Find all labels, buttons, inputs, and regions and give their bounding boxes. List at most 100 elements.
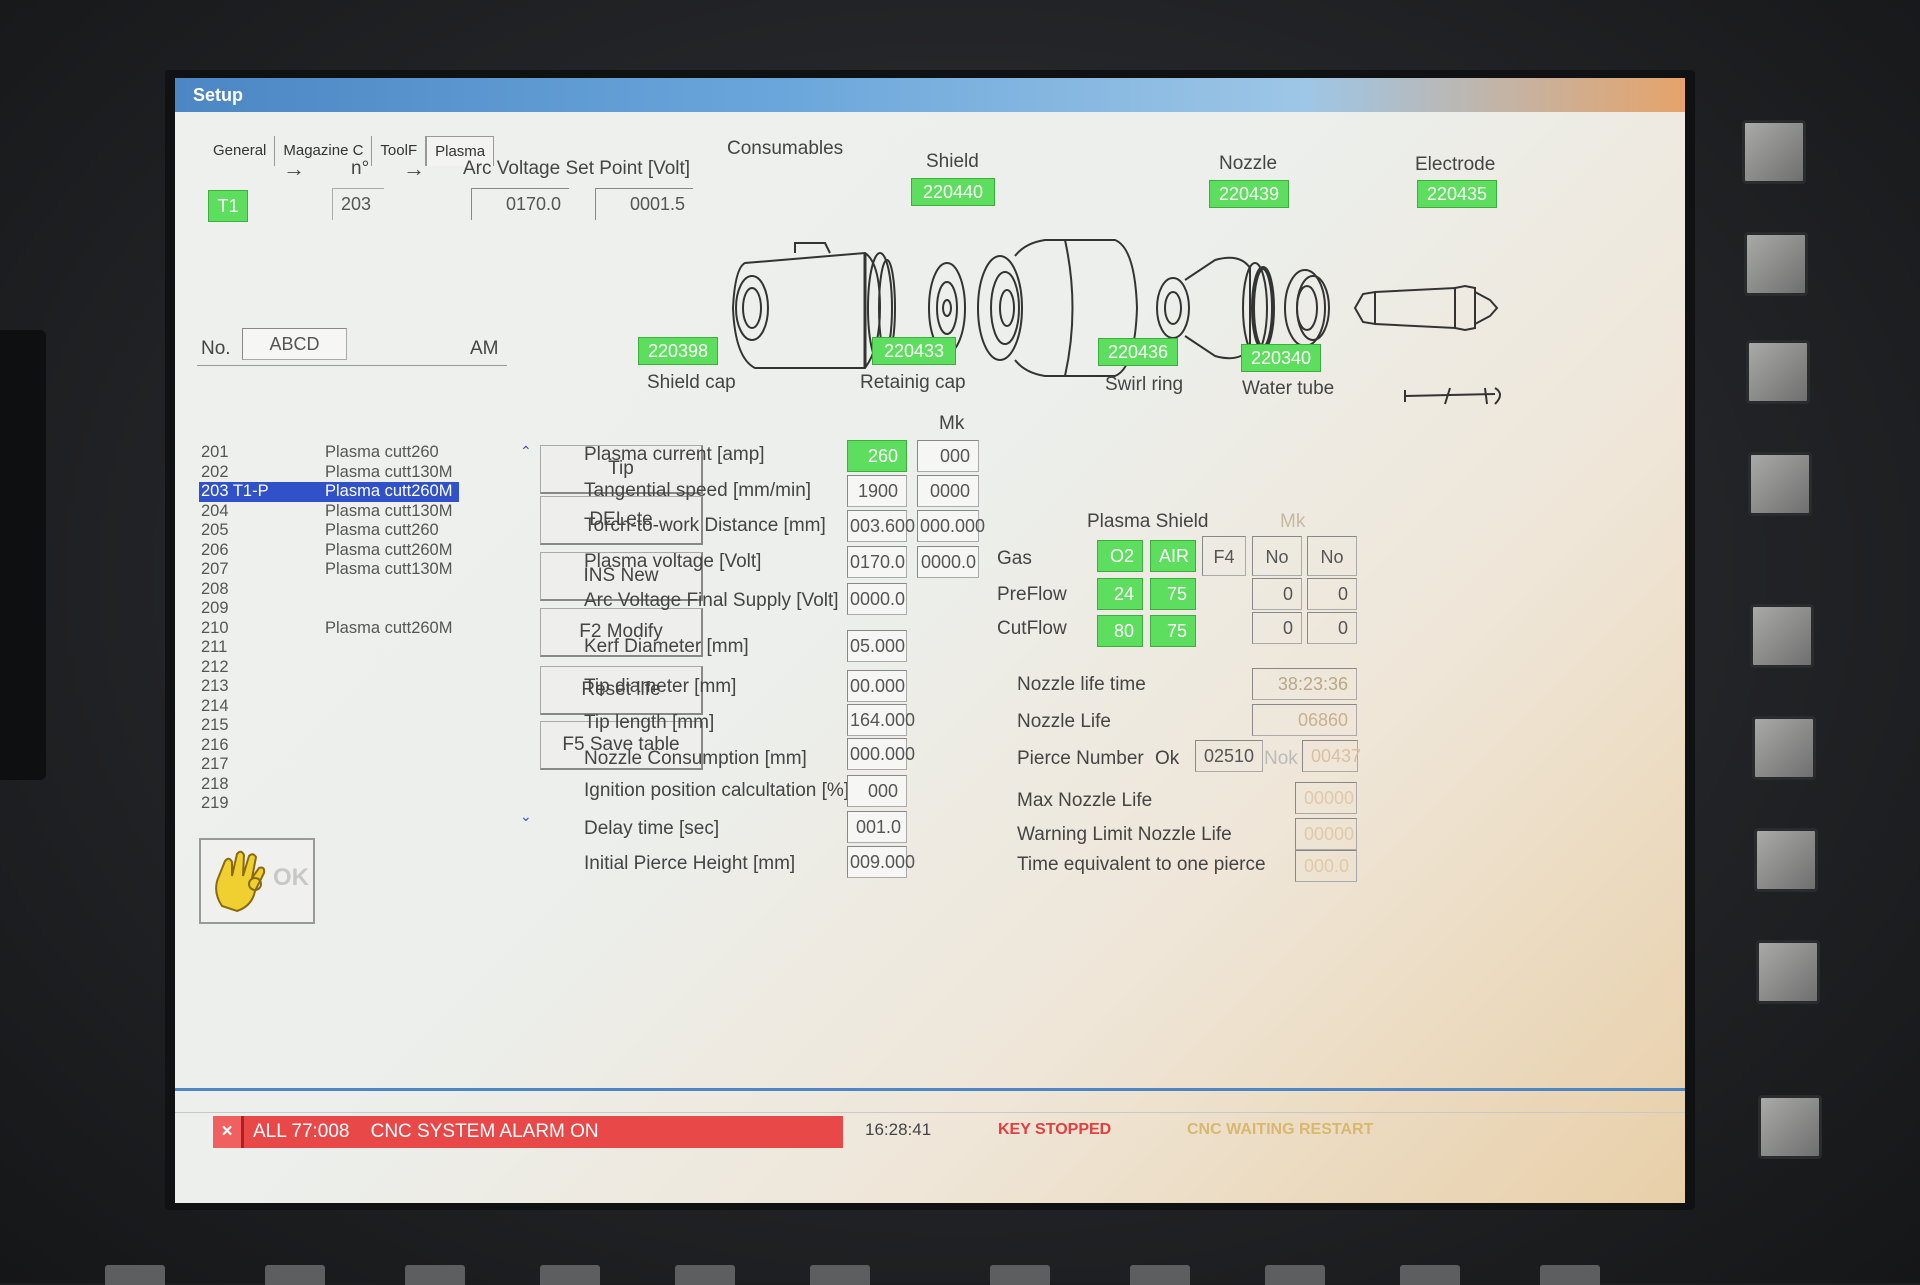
delay-field[interactable]: 001.0 xyxy=(847,811,907,843)
tip-length-field[interactable]: 164.000 xyxy=(847,704,915,736)
bottom-softkey-7[interactable] xyxy=(990,1265,1050,1285)
list-col-abcd[interactable]: ABCD xyxy=(242,328,347,360)
cutflow-shield-field[interactable]: 75 xyxy=(1150,615,1196,647)
tool-number-field[interactable]: 203 xyxy=(332,188,384,220)
arrow-icon: → xyxy=(283,156,305,181)
nozzle-code: 220439 xyxy=(1209,180,1289,208)
list-item[interactable]: 202 Plasma cutt130M xyxy=(199,463,459,483)
side-softkey-8[interactable] xyxy=(1756,940,1820,1004)
side-softkey-4[interactable] xyxy=(1748,452,1812,516)
list-item-number: 219 xyxy=(201,794,229,812)
preflow-mk1-field[interactable]: 0 xyxy=(1252,578,1302,610)
tool-field[interactable]: T1 xyxy=(208,190,248,222)
arc-set-field[interactable]: 0170.0 xyxy=(471,188,569,220)
cutflow-plasma-field[interactable]: 80 xyxy=(1097,615,1143,647)
scroll-up-icon[interactable]: ⌃ xyxy=(520,443,532,460)
list-item[interactable]: 216 xyxy=(199,736,459,756)
arc-final-field[interactable]: 0000.0 xyxy=(847,583,907,615)
tab-general[interactable]: General xyxy=(205,136,276,166)
shield-label: Shield xyxy=(926,151,979,172)
cutflow-mk1-field[interactable]: 0 xyxy=(1252,612,1302,644)
preflow-mk2-field[interactable]: 0 xyxy=(1307,578,1357,610)
bottom-softkey-1[interactable] xyxy=(105,1265,165,1285)
list-item-name: Plasma cutt130M xyxy=(325,560,453,578)
list-item[interactable]: 205 Plasma cutt260 xyxy=(199,521,459,541)
tool-list[interactable]: 201 Plasma cutt260 202 Plasma cutt130M 203 T… xyxy=(199,443,459,823)
preflow-plasma-field[interactable]: 24 xyxy=(1097,578,1143,610)
list-item[interactable]: 201 Plasma cutt260 xyxy=(199,443,459,463)
list-item[interactable]: 203 T1-P Plasma cutt260M xyxy=(199,482,459,502)
kerf-label: Kerf Diameter [mm] xyxy=(584,636,749,657)
pierce-equivalent-field: 000.0 xyxy=(1295,850,1357,882)
arc-tolerance-field[interactable]: 0001.5 xyxy=(595,188,693,220)
alarm-close-icon[interactable]: × xyxy=(213,1116,244,1148)
scroll-down-icon[interactable]: ⌄ xyxy=(520,808,532,825)
bottom-softkey-10[interactable] xyxy=(1400,1265,1460,1285)
kerf-field[interactable]: 05.000 xyxy=(847,630,907,662)
gas-mk1-field[interactable]: No xyxy=(1252,536,1302,576)
list-item[interactable]: 214 xyxy=(199,697,459,717)
preflow-shield-field[interactable]: 75 xyxy=(1150,578,1196,610)
bottom-softkey-5[interactable] xyxy=(675,1265,735,1285)
list-item[interactable]: 204 Plasma cutt130M xyxy=(199,502,459,522)
list-item[interactable]: 210 Plasma cutt260M xyxy=(199,619,459,639)
plasma-voltage-mk-field[interactable]: 0000.0 xyxy=(917,546,979,578)
tab-bar: General Magazine C ToolF Plasma xyxy=(205,136,495,166)
nozzle-consumption-field[interactable]: 000.000 xyxy=(847,738,915,770)
delay-label: Delay time [sec] xyxy=(584,818,720,839)
list-item[interactable]: 211 xyxy=(199,638,459,658)
pierce-height-field[interactable]: 009.000 xyxy=(847,846,915,878)
gas-mk-label: Mk xyxy=(1280,511,1306,532)
list-item[interactable]: 217 xyxy=(199,755,459,775)
torch-distance-mk-field[interactable]: 000.000 xyxy=(917,510,985,542)
gas-mk2-field[interactable]: No xyxy=(1307,536,1357,576)
bottom-softkey-4[interactable] xyxy=(540,1265,600,1285)
plasma-current-field[interactable]: 260 xyxy=(847,440,907,472)
bottom-softkey-2[interactable] xyxy=(265,1265,325,1285)
cutflow-mk2-field[interactable]: 0 xyxy=(1307,612,1357,644)
side-softkey-5[interactable] xyxy=(1750,604,1814,668)
bezel-notch xyxy=(0,330,46,780)
pierce-nok-field: 00437 xyxy=(1302,740,1361,772)
alarm-banner[interactable]: × ALL 77:008 CNC SYSTEM ALARM ON xyxy=(213,1116,843,1148)
tip-diameter-field[interactable]: 00.000 xyxy=(847,670,907,702)
plasma-voltage-field[interactable]: 0170.0 xyxy=(847,546,907,578)
torch-distance-field[interactable]: 003.600 xyxy=(847,510,915,542)
list-item-name: Plasma cutt130M xyxy=(325,501,453,520)
list-item-number: 210 xyxy=(201,618,229,637)
list-item[interactable]: 218 xyxy=(199,775,459,795)
side-softkey-2[interactable] xyxy=(1744,232,1808,296)
gas-shield-field[interactable]: AIR xyxy=(1150,540,1196,572)
list-item[interactable]: 213 xyxy=(199,677,459,697)
side-softkey-9[interactable] xyxy=(1758,1095,1822,1159)
side-softkey-6[interactable] xyxy=(1752,716,1816,780)
list-item-number: 206 xyxy=(201,540,229,559)
gas-plasma-field[interactable]: O2 xyxy=(1097,540,1143,572)
list-item[interactable]: 219 xyxy=(199,794,459,814)
clock: 16:28:41 xyxy=(865,1120,932,1139)
list-item-number: 212 xyxy=(201,657,229,676)
list-item[interactable]: 206 Plasma cutt260M xyxy=(199,541,459,561)
tangential-speed-field[interactable]: 1900 xyxy=(847,475,907,507)
bottom-softkey-6[interactable] xyxy=(810,1265,870,1285)
list-item[interactable]: 215 xyxy=(199,716,459,736)
ok-button[interactable]: OK xyxy=(199,838,315,924)
bottom-softkey-9[interactable] xyxy=(1265,1265,1325,1285)
swirl-ring-label: Swirl ring xyxy=(1105,374,1184,395)
side-softkey-3[interactable] xyxy=(1746,340,1810,404)
tangential-speed-mk-field[interactable]: 0000 xyxy=(917,475,979,507)
side-softkey-7[interactable] xyxy=(1754,828,1818,892)
list-item[interactable]: 212 xyxy=(199,658,459,678)
list-item[interactable]: 207 Plasma cutt130M xyxy=(199,560,459,580)
bottom-softkey-3[interactable] xyxy=(405,1265,465,1285)
list-item[interactable]: 209 xyxy=(199,599,459,619)
bottom-softkey-8[interactable] xyxy=(1130,1265,1190,1285)
f4-button[interactable]: F4 xyxy=(1202,536,1246,576)
side-softkey-1[interactable] xyxy=(1742,120,1806,184)
plasma-current-mk-field[interactable]: 000 xyxy=(917,440,979,472)
ignition-field[interactable]: 000 xyxy=(847,775,907,807)
consumables-title: Consumables xyxy=(727,138,844,159)
list-item-number: 215 xyxy=(201,716,229,734)
bottom-softkey-11[interactable] xyxy=(1540,1265,1600,1285)
list-item[interactable]: 208 xyxy=(199,580,459,600)
